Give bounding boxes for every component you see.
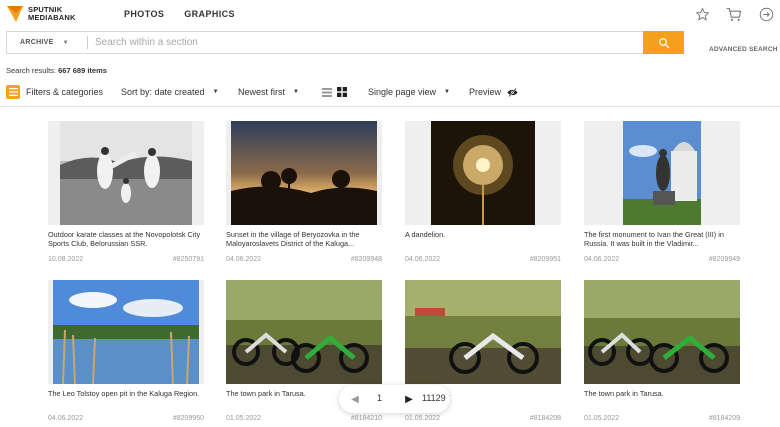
photo-card[interactable]: A dandelion. 04.06.2022 #8209951 — [405, 121, 561, 263]
results-count-value: 667 689 items — [58, 66, 107, 75]
eye-slash-icon — [507, 87, 518, 97]
search-scope-dropdown[interactable]: ARCHIVE ▼ — [7, 32, 81, 53]
photo-id: #8209950 — [172, 415, 204, 422]
photo-id: #8250791 — [172, 256, 204, 263]
photo-id: #8209949 — [708, 256, 740, 263]
caret-down-icon: ▼ — [212, 89, 219, 95]
photo-date: 04.06.2022 — [226, 256, 262, 263]
photo-card[interactable]: Outdoor karate classes at the Novopolots… — [48, 121, 204, 263]
photo-caption[interactable]: Sunset in the village of Beryozovka in t… — [226, 230, 382, 248]
search-results-count: Search results: 667 689 items — [6, 66, 107, 75]
search-divider — [87, 36, 88, 49]
page-view-label: Single page view — [368, 87, 437, 97]
photo-caption[interactable]: Outdoor karate classes at the Novopolots… — [48, 230, 204, 248]
photo-card[interactable]: Sunset in the village of Beryozovka in t… — [226, 121, 382, 263]
photo-date: 01.05.2022 — [584, 415, 620, 422]
photo-meta: 04.06.2022 #8209949 — [584, 256, 740, 263]
current-page[interactable]: 1 — [377, 393, 382, 403]
photo-date: 04.06.2022 — [405, 256, 441, 263]
filter-icon — [6, 85, 20, 99]
top-header: SPUTNIK MEDIABANK PHOTOS GRAPHICS — [0, 0, 780, 30]
results-label: Search results: — [6, 66, 57, 75]
page-view-dropdown[interactable]: Single page view ▼ — [368, 83, 450, 101]
caret-down-icon: ▼ — [444, 89, 450, 95]
cart-icon[interactable] — [726, 6, 742, 22]
photo-meta: 04.06.2022 #8209948 — [226, 256, 382, 263]
photo-id: #8209951 — [529, 256, 561, 263]
toolbar-divider — [0, 106, 780, 107]
photo-date: 01.05.2022 — [226, 415, 262, 422]
logo-text: SPUTNIK MEDIABANK — [28, 6, 76, 22]
photo-thumbnail-sunset[interactable] — [226, 121, 382, 225]
photo-caption[interactable]: The first monument to Ivan the Great (II… — [584, 230, 740, 248]
photo-meta: 10.08.2022 #8250791 — [48, 256, 204, 263]
photo-meta: 01.05.2022 #8184208 — [405, 415, 561, 422]
filters-button[interactable]: Filters & categories — [6, 83, 103, 101]
total-pages: 11129 — [422, 393, 446, 403]
next-page-icon[interactable]: ▶ — [403, 392, 415, 406]
photo-meta: 04.06.2022 #8209950 — [48, 415, 204, 422]
results-toolbar: Filters & categories Sort by: date creat… — [6, 83, 776, 101]
photo-date: 10.08.2022 — [48, 256, 84, 263]
photo-caption[interactable]: The Leo Tolstoy open pit in the Kaluga R… — [48, 389, 204, 407]
photo-meta: 01.05.2022 #8184210 — [226, 415, 382, 422]
photo-thumbnail-karate[interactable] — [48, 121, 204, 225]
photo-card[interactable]: The first monument to Ivan the Great (II… — [584, 121, 740, 263]
order-label: Newest first — [238, 87, 286, 97]
photo-date: 04.06.2022 — [584, 256, 620, 263]
sputnik-logo[interactable]: SPUTNIK MEDIABANK — [6, 5, 76, 23]
photo-card[interactable]: The town park in Tarusa. 01.05.2022 #8184… — [584, 280, 740, 422]
photo-date: 01.05.2022 — [405, 415, 441, 422]
logo-mark-icon — [6, 5, 24, 23]
main-nav: PHOTOS GRAPHICS — [124, 9, 235, 19]
prev-page-icon[interactable]: ◀ — [349, 392, 361, 406]
search-icon — [658, 37, 669, 48]
advanced-search-link[interactable]: ADVANCED SEARCH — [709, 46, 778, 53]
photo-meta: 04.06.2022 #8209951 — [405, 256, 561, 263]
pagination: ◀ 1 ▶ 11129 — [339, 385, 450, 413]
sort-dropdown[interactable]: Sort by: date created ▼ — [121, 83, 219, 101]
photo-id: #8184208 — [529, 415, 561, 422]
grid-view-toggle[interactable] — [337, 83, 347, 101]
list-view-icon — [322, 87, 332, 97]
sort-label: Sort by: date created — [121, 87, 205, 97]
photo-thumbnail-motorcycles[interactable] — [584, 280, 740, 384]
photo-thumbnail-monument[interactable] — [584, 121, 740, 225]
search-input[interactable] — [95, 34, 635, 51]
photo-thumbnail-motorcycle[interactable] — [405, 280, 561, 384]
photo-thumbnail-motorcycles[interactable] — [226, 280, 382, 384]
photo-date: 04.06.2022 — [48, 415, 84, 422]
search-button[interactable] — [643, 31, 684, 54]
chevron-down-icon: ▼ — [62, 39, 69, 46]
photo-id: #8184210 — [350, 415, 382, 422]
list-view-toggle[interactable] — [322, 83, 332, 101]
header-icons — [694, 6, 774, 22]
photo-id: #8209948 — [350, 256, 382, 263]
caret-down-icon: ▼ — [293, 89, 299, 95]
preview-toggle[interactable]: Preview — [469, 83, 518, 101]
photo-id: #8184209 — [708, 415, 740, 422]
logo-line-2: MEDIABANK — [28, 13, 76, 22]
order-dropdown[interactable]: Newest first ▼ — [238, 83, 299, 101]
grid-view-icon — [337, 87, 347, 97]
search-bar: ARCHIVE ▼ — [6, 31, 684, 54]
search-scope-label: ARCHIVE — [20, 39, 54, 46]
login-icon[interactable] — [758, 6, 774, 22]
nav-graphics[interactable]: GRAPHICS — [184, 9, 235, 19]
photo-card[interactable]: The Leo Tolstoy open pit in the Kaluga R… — [48, 280, 204, 422]
nav-photos[interactable]: PHOTOS — [124, 9, 164, 19]
photo-meta: 01.05.2022 #8184209 — [584, 415, 740, 422]
star-icon[interactable] — [694, 6, 710, 22]
photo-caption[interactable]: The town park in Tarusa. — [584, 389, 740, 407]
photo-thumbnail-dandelion[interactable] — [405, 121, 561, 225]
photo-thumbnail-lake[interactable] — [48, 280, 204, 384]
filters-label: Filters & categories — [26, 87, 104, 97]
photo-caption[interactable]: A dandelion. — [405, 230, 561, 248]
preview-label: Preview — [469, 87, 502, 97]
